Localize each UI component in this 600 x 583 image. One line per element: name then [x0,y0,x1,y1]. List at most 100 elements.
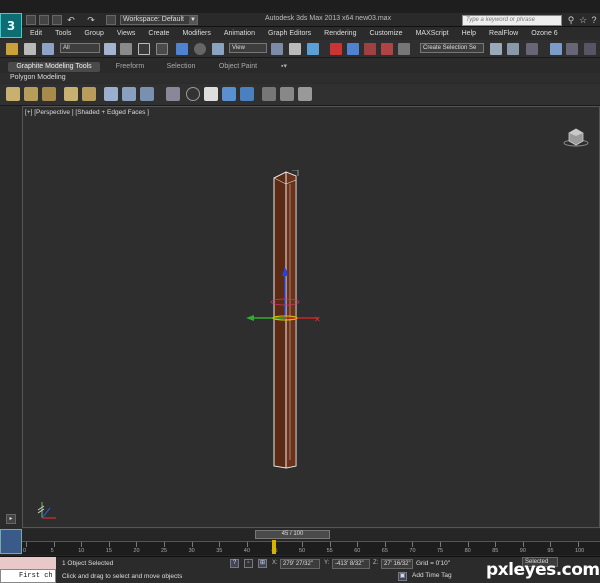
undo-icon[interactable]: ↶ [66,15,76,25]
search-input[interactable]: Type a keyword or phrase [462,15,562,26]
viewport-expand-button[interactable]: ▸ [6,514,16,524]
layer-manager-icon[interactable] [526,43,538,55]
mirror-icon[interactable] [490,43,502,55]
add-time-tag-button[interactable]: Add Time Tag [412,572,452,579]
rotate-icon[interactable] [194,43,206,55]
viewcube-icon[interactable] [563,126,589,148]
shirt-icon[interactable] [204,87,218,101]
menu-help[interactable]: Help [462,30,476,37]
named-selection-set-dropdown[interactable]: Create Selection Se [420,43,484,53]
new-file-button[interactable] [26,15,36,25]
polygon-tool-icon-7[interactable] [122,87,136,101]
polygon-tool-icon-5[interactable] [82,87,96,101]
subobject-element-icon[interactable] [240,87,254,101]
menu-graph-editors[interactable]: Graph Editors [268,30,311,37]
track-tick-label: 90 [519,548,526,554]
menu-modifiers[interactable]: Modifiers [182,30,210,37]
mini-curve-editor-button[interactable] [0,529,22,554]
help-question-icon[interactable]: ? [230,559,239,568]
snaps-toggle-icon[interactable] [330,43,342,55]
bind-space-warp-icon[interactable] [42,43,54,55]
unlink-icon[interactable] [24,43,36,55]
workspace-dropdown[interactable]: Workspace: Default ▼ [120,15,198,25]
menu-edit[interactable]: Edit [30,30,42,37]
modify-selection-icon[interactable] [262,87,276,101]
keyboard-shortcut-icon[interactable] [307,43,319,55]
maxscript-mini-listener[interactable]: First ch [0,569,56,583]
project-folder-button[interactable] [106,15,116,25]
subobject-vertex-icon[interactable] [166,87,180,101]
schematic-view-icon[interactable] [584,43,596,55]
menu-maxscript[interactable]: MAXScript [416,30,449,37]
track-tick-label: 70 [409,548,416,554]
polygon-tool-icon-4[interactable] [64,87,78,101]
menu-tools[interactable]: Tools [55,30,71,37]
lock-selection-icon[interactable]: ▫ [244,559,253,568]
select-object-icon[interactable] [104,43,116,55]
y-label: Y: [324,560,330,566]
menu-ozone[interactable]: Ozone 6 [531,30,557,37]
menu-group[interactable]: Group [84,30,103,37]
track-tick-label: 55 [326,548,333,554]
track-tick-label: 100 [575,548,585,554]
redo-icon[interactable]: ↷ [86,15,96,25]
menu-views[interactable]: Views [117,30,136,37]
link-icon[interactable] [6,43,18,55]
open-file-button[interactable] [39,15,49,25]
y-coordinate-field[interactable]: -413' 8/32" [332,559,370,569]
maxscript-listener-output[interactable] [0,557,56,569]
viewport-label[interactable]: [+] [Perspective ] [Shaded + Edged Faces… [25,109,149,116]
polygon-tool-icon-1[interactable] [6,87,20,101]
curve-editor-icon[interactable] [566,43,578,55]
menu-animation[interactable]: Animation [224,30,255,37]
z-coordinate-field[interactable]: 27' 16/32" [381,559,413,569]
edit-geometry-icon[interactable] [280,87,294,101]
svg-text:✕: ✕ [314,315,321,324]
window-crossing-icon[interactable] [156,43,168,55]
search-icon[interactable]: ⚲ [566,15,576,25]
app-logo-button[interactable]: 3 [0,13,22,38]
menu-realflow[interactable]: RealFlow [489,30,518,37]
pivot-center-icon[interactable] [271,43,283,55]
selection-filter-dropdown[interactable]: All [60,43,100,53]
angle-snap-icon[interactable] [347,43,359,55]
star-icon[interactable]: ☆ [578,15,588,25]
spinner-snap-icon[interactable] [381,43,393,55]
ribbon-options-icon[interactable]: ▪▾ [276,62,292,72]
graphite-toggle-icon[interactable] [550,43,562,55]
playhead-key[interactable] [272,540,277,554]
track-tick [384,542,386,547]
edit-poly-icon[interactable] [298,87,312,101]
save-file-button[interactable] [52,15,62,25]
polygon-tool-icon-6[interactable] [104,87,118,101]
polygon-tool-icon-8[interactable] [140,87,154,101]
tab-graphite-modeling-tools[interactable]: Graphite Modeling Tools [8,62,100,72]
tab-selection[interactable]: Selection [158,62,204,72]
help-icon[interactable]: ? [589,15,599,25]
reference-coordinate-dropdown[interactable]: View [229,43,267,53]
edit-named-selection-icon[interactable] [398,43,410,55]
scale-icon[interactable] [212,43,224,55]
absolute-mode-icon[interactable]: ⊞ [258,559,267,568]
track-tick-label: 65 [381,548,388,554]
menu-create[interactable]: Create [148,30,169,37]
polygon-tool-icon-2[interactable] [24,87,38,101]
time-tag-icon[interactable]: ▣ [398,572,407,581]
time-slider[interactable]: 45 / 100 [255,530,330,539]
menu-rendering[interactable]: Rendering [324,30,356,37]
move-gizmo[interactable]: ✕ [240,262,330,332]
select-manipulate-icon[interactable] [289,43,301,55]
menu-customize[interactable]: Customize [369,30,402,37]
polygon-tool-icon-3[interactable] [42,87,56,101]
select-by-name-icon[interactable] [120,43,132,55]
align-icon[interactable] [507,43,519,55]
rectangular-selection-icon[interactable] [138,43,150,55]
subobject-edge-icon[interactable] [186,87,200,101]
move-icon[interactable] [176,43,188,55]
tab-object-paint[interactable]: Object Paint [210,62,266,72]
x-coordinate-field[interactable]: 279' 27/32" [280,559,320,569]
subobject-polygon-icon[interactable] [222,87,236,101]
tab-freeform[interactable]: Freeform [106,62,154,72]
percent-snap-icon[interactable] [364,43,376,55]
track-tick-label: 80 [464,548,471,554]
